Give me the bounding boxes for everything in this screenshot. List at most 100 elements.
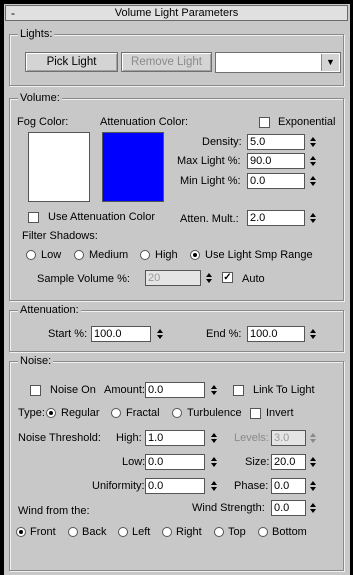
spinner-up-icon[interactable]: [310, 329, 316, 333]
levels-spinner[interactable]: [310, 430, 319, 446]
density-label: Density:: [202, 136, 242, 148]
sample-volume-field[interactable]: 20: [145, 270, 201, 286]
high-spinner[interactable]: [211, 430, 220, 446]
invert-checkbox[interactable]: [250, 408, 261, 419]
spinner-down-icon[interactable]: [157, 335, 163, 339]
atten-mult-field[interactable]: 2.0: [247, 210, 305, 226]
spinner-down-icon[interactable]: [310, 219, 316, 223]
density-spinner[interactable]: [310, 134, 319, 150]
attenuation-color-label: Attenuation Color:: [100, 116, 189, 128]
sample-volume-label: Sample Volume %:: [37, 273, 130, 285]
end-field[interactable]: 100.0: [247, 326, 305, 342]
spinner-up-icon[interactable]: [206, 273, 212, 277]
phase-spinner[interactable]: [310, 478, 319, 494]
spinner-up-icon[interactable]: [310, 433, 316, 437]
spinner-down-icon[interactable]: [310, 463, 316, 467]
low-field[interactable]: 0.0: [145, 454, 205, 470]
pick-light-button[interactable]: Pick Light: [25, 52, 118, 72]
high-field[interactable]: 1.0: [145, 430, 205, 446]
max-light-field[interactable]: 90.0: [247, 153, 305, 169]
uniformity-spinner[interactable]: [211, 478, 220, 494]
start-spinner[interactable]: [157, 326, 166, 342]
density-field[interactable]: 5.0: [247, 134, 305, 150]
spinner-down-icon[interactable]: [310, 439, 316, 443]
max-light-spinner[interactable]: [310, 153, 319, 169]
sample-volume-spinner[interactable]: [206, 270, 215, 286]
size-field[interactable]: 20.0: [271, 454, 306, 470]
spinner-down-icon[interactable]: [310, 162, 316, 166]
spinner-down-icon[interactable]: [310, 143, 316, 147]
attenuation-group-label: Attenuation:: [18, 303, 81, 317]
remove-light-button[interactable]: Remove Light: [121, 52, 212, 72]
auto-checkbox[interactable]: ✓: [222, 272, 233, 283]
high-label: High:: [116, 432, 142, 444]
type-fractal-radio[interactable]: [111, 408, 121, 418]
wind-back-radio[interactable]: [68, 527, 78, 537]
wind-bottom-radio[interactable]: [258, 527, 268, 537]
levels-field[interactable]: 3.0: [271, 430, 306, 446]
spinner-up-icon[interactable]: [211, 385, 217, 389]
rollout-title: Volume Light Parameters: [114, 7, 239, 19]
phase-label: Phase:: [234, 480, 269, 492]
spinner-down-icon[interactable]: [211, 391, 217, 395]
wind-top-radio[interactable]: [214, 527, 224, 537]
spinner-down-icon[interactable]: [211, 463, 217, 467]
wind-strength-field[interactable]: 0.0: [271, 500, 306, 516]
type-fractal-label: Fractal: [126, 407, 160, 419]
spinner-up-icon[interactable]: [310, 156, 316, 160]
atten-mult-spinner[interactable]: [310, 210, 319, 226]
spinner-down-icon[interactable]: [310, 509, 316, 513]
filter-high-radio[interactable]: [140, 250, 150, 260]
exponential-label: Exponential: [278, 116, 336, 128]
filter-use-light-smp-range-radio[interactable]: [190, 250, 200, 260]
phase-field[interactable]: 0.0: [271, 478, 306, 494]
spinner-up-icon[interactable]: [310, 503, 316, 507]
link-to-light-checkbox[interactable]: [233, 385, 244, 396]
spinner-up-icon[interactable]: [211, 457, 217, 461]
spinner-down-icon[interactable]: [211, 439, 217, 443]
noise-on-checkbox[interactable]: [30, 385, 41, 396]
low-spinner[interactable]: [211, 454, 220, 470]
wind-right-radio[interactable]: [162, 527, 172, 537]
spinner-down-icon[interactable]: [206, 279, 212, 283]
use-atten-color-label: Use Attenuation Color: [48, 211, 156, 223]
spinner-down-icon[interactable]: [310, 487, 316, 491]
wind-strength-spinner[interactable]: [310, 500, 319, 516]
amount-label: Amount:: [104, 384, 145, 396]
fog-color-swatch[interactable]: [28, 132, 90, 202]
attenuation-color-swatch[interactable]: [102, 132, 164, 202]
spinner-up-icon[interactable]: [310, 137, 316, 141]
use-atten-color-checkbox[interactable]: [28, 212, 39, 223]
spinner-up-icon[interactable]: [310, 176, 316, 180]
filter-medium-radio[interactable]: [74, 250, 84, 260]
type-regular-radio[interactable]: [46, 408, 56, 418]
light-list-dropdown[interactable]: ▼: [215, 52, 341, 73]
spinner-up-icon[interactable]: [310, 481, 316, 485]
spinner-up-icon[interactable]: [310, 213, 316, 217]
dropdown-arrow-icon[interactable]: ▼: [321, 54, 339, 71]
wind-from-label: Wind from the:: [18, 505, 90, 517]
min-light-spinner[interactable]: [310, 173, 319, 189]
end-spinner[interactable]: [310, 326, 319, 342]
type-turbulence-radio[interactable]: [172, 408, 182, 418]
start-field[interactable]: 100.0: [91, 326, 151, 342]
exponential-checkbox[interactable]: [259, 117, 270, 128]
spinner-down-icon[interactable]: [310, 182, 316, 186]
spinner-up-icon[interactable]: [211, 481, 217, 485]
uniformity-field[interactable]: 0.0: [145, 478, 205, 494]
spinner-up-icon[interactable]: [211, 433, 217, 437]
invert-label: Invert: [266, 407, 294, 419]
min-light-field[interactable]: 0.0: [247, 173, 305, 189]
spinner-up-icon[interactable]: [157, 329, 163, 333]
spinner-up-icon[interactable]: [310, 457, 316, 461]
wind-left-radio[interactable]: [118, 527, 128, 537]
rollout-header[interactable]: - Volume Light Parameters: [5, 5, 348, 21]
amount-spinner[interactable]: [211, 382, 220, 398]
wind-front-radio[interactable]: [16, 527, 26, 537]
spinner-down-icon[interactable]: [211, 487, 217, 491]
size-spinner[interactable]: [310, 454, 319, 470]
spinner-down-icon[interactable]: [310, 335, 316, 339]
amount-field[interactable]: 0.0: [145, 382, 205, 398]
type-regular-label: Regular: [61, 407, 100, 419]
filter-low-radio[interactable]: [26, 250, 36, 260]
